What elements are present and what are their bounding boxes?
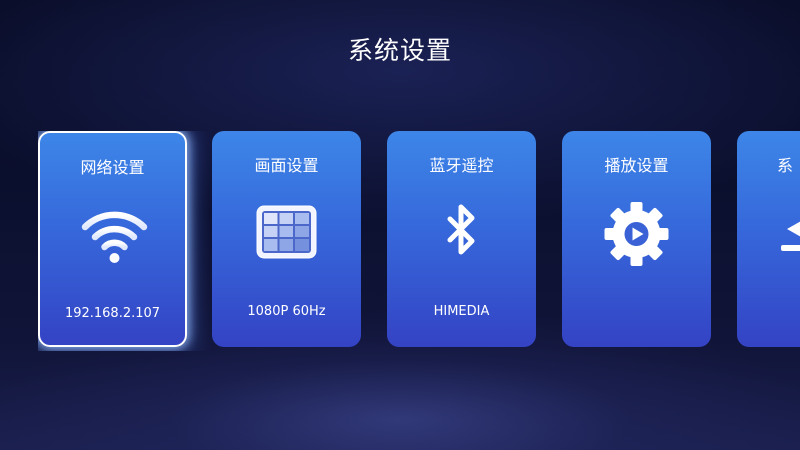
tile-playback-settings[interactable]: 播放设置 <box>562 131 711 347</box>
tile-title: 网络设置 <box>80 158 145 177</box>
tile-value-ip-address: 192.168.2.107 <box>64 306 161 321</box>
tile-value-device-name: HIMEDIA <box>433 304 490 319</box>
playback-gear-icon <box>599 201 674 266</box>
page-title: 系统设置 <box>347 36 452 65</box>
settings-tile-row: 网络设置 192.168.2.107 画面设置 1080P 60Hz 蓝牙遥控 … <box>38 131 800 351</box>
bluetooth-icon <box>424 201 499 266</box>
tile-value-resolution: 1080P 60Hz <box>247 304 326 319</box>
wifi-icon <box>77 203 152 268</box>
tile-title: 系 <box>777 156 794 175</box>
display-grid-icon <box>249 201 324 266</box>
tile-title: 画面设置 <box>254 156 319 175</box>
tile-title: 蓝牙遥控 <box>429 156 494 175</box>
tile-partial[interactable]: 系 <box>737 131 800 347</box>
tile-bluetooth-remote[interactable]: 蓝牙遥控 HIMEDIA <box>387 131 536 347</box>
partial-icon <box>737 201 800 266</box>
tile-network-settings[interactable]: 网络设置 192.168.2.107 <box>38 131 187 347</box>
tile-display-settings[interactable]: 画面设置 1080P 60Hz <box>212 131 361 347</box>
tile-title: 播放设置 <box>604 156 669 175</box>
